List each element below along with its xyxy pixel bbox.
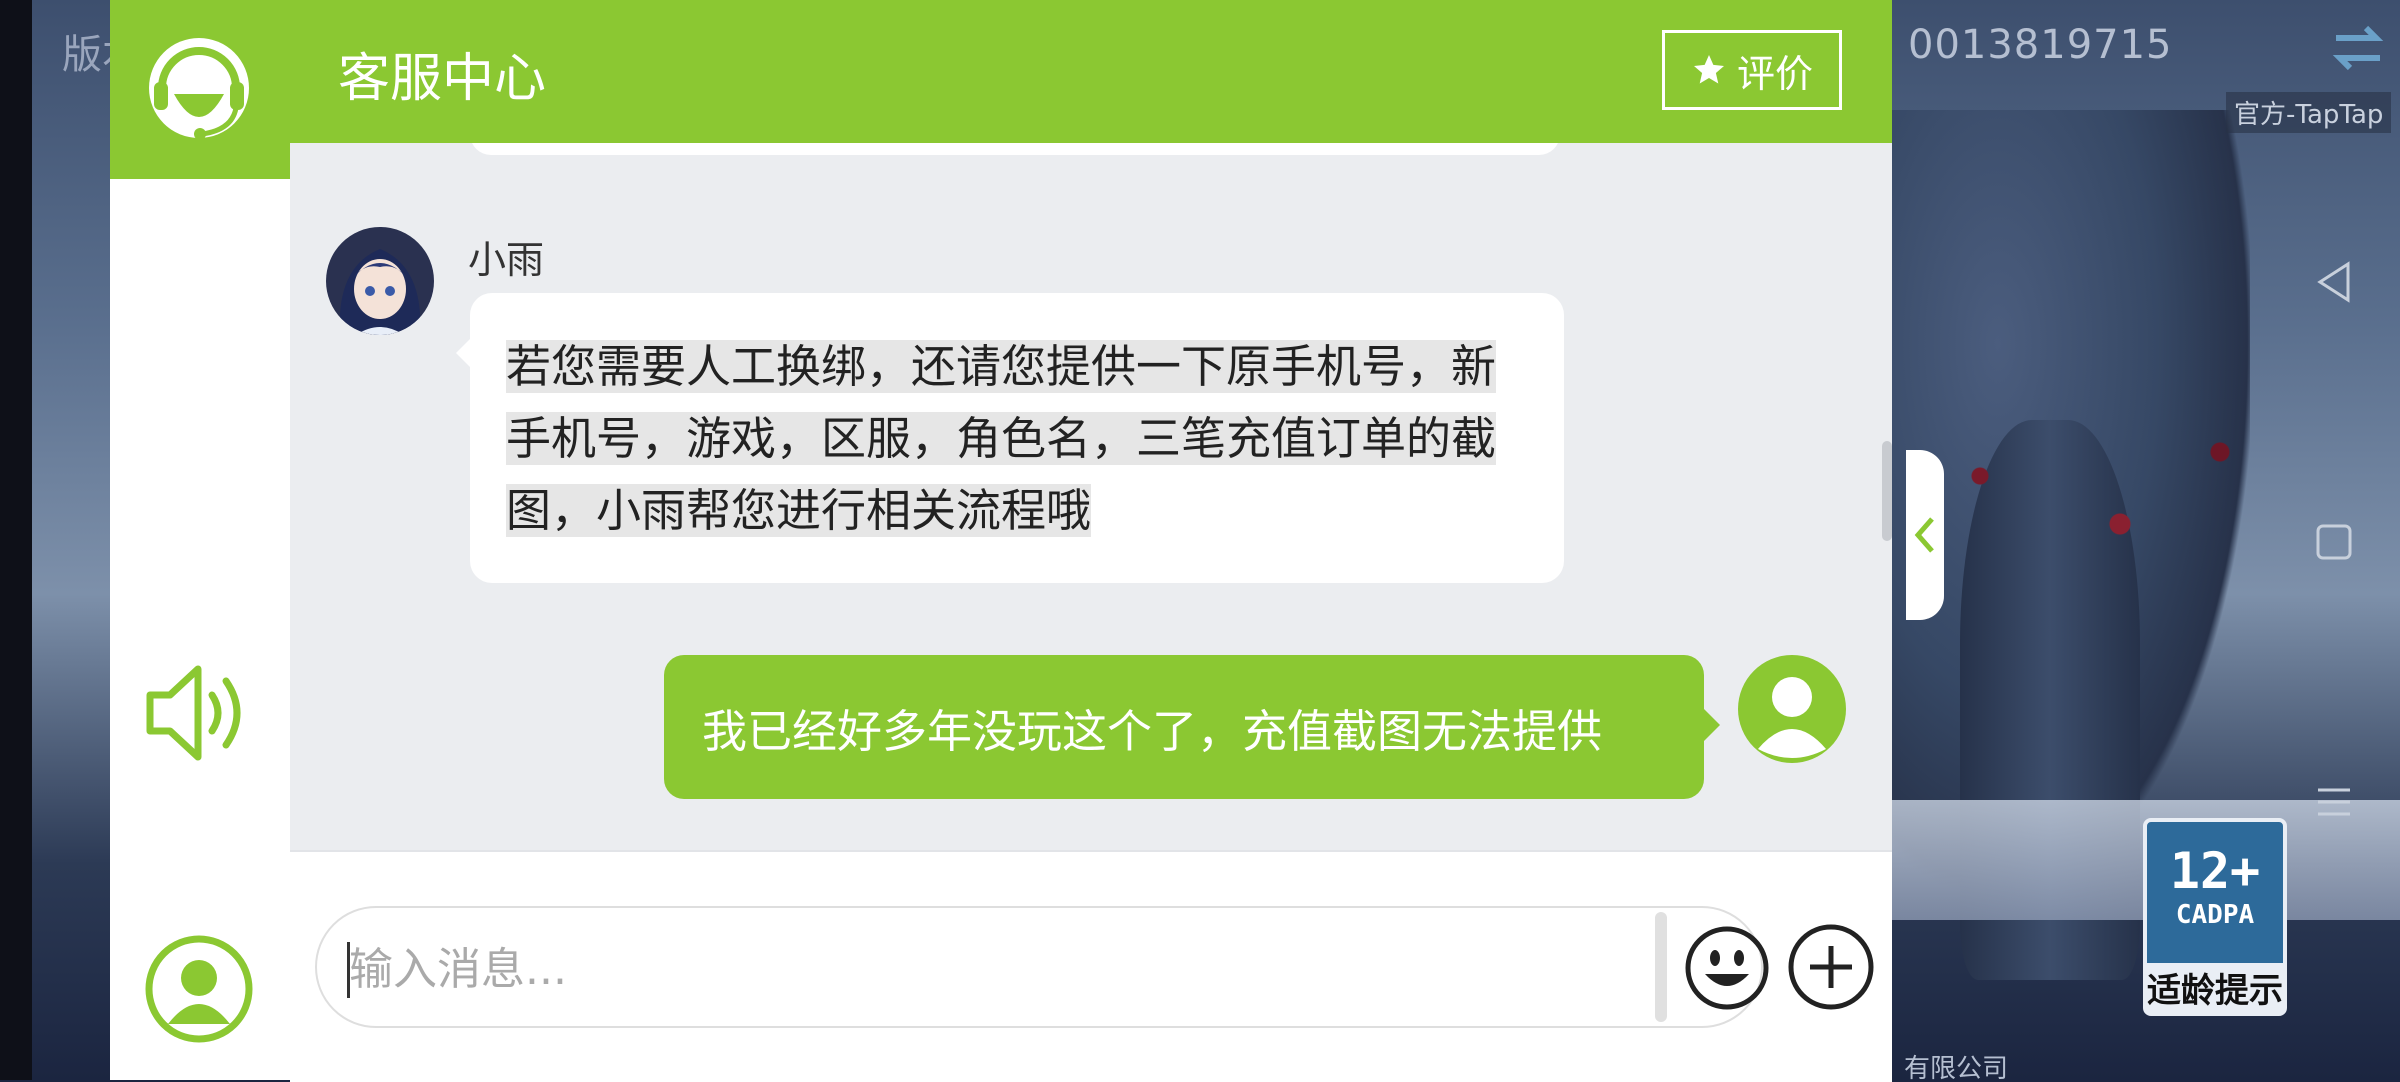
collapse-tab[interactable] xyxy=(1906,450,1944,620)
agent-message-text: 若您需要人工换绑，还请您提供一下原手机号，新手机号，游戏，区服，角色名，三笔充值… xyxy=(506,340,1497,537)
left-edge xyxy=(0,0,32,1080)
headset-logo-icon xyxy=(149,38,249,140)
chat-area[interactable]: 小雨 若您需要人工换绑，还请您提供一下原手机号，新手机号，游戏，区服，角色名，三… xyxy=(290,143,1892,850)
page-title: 客服中心 xyxy=(338,49,547,109)
plus-icon[interactable] xyxy=(1786,922,1876,1012)
user-profile-icon[interactable] xyxy=(144,934,254,1044)
emoji-icon[interactable] xyxy=(1683,924,1771,1012)
header: 客服中心 评价 xyxy=(110,0,1892,143)
speaker-icon[interactable] xyxy=(142,657,254,769)
star-icon xyxy=(1693,55,1724,84)
age-number: 12+ xyxy=(2169,842,2261,900)
background-phone-number: 0013819715 xyxy=(1908,22,2173,68)
customer-service-panel: 客服中心 评价 小雨 若您需要人工换绑，还请您提供一下原手机号，新手机号，游戏，… xyxy=(110,0,1892,1082)
nav-home-icon[interactable] xyxy=(2308,516,2360,568)
header-extension xyxy=(110,143,290,179)
input-divider xyxy=(1655,912,1667,1022)
user-icon xyxy=(1738,655,1846,763)
company-text: 有限公司 xyxy=(1904,1054,2009,1080)
previous-message-bubble xyxy=(470,143,1560,155)
agent-name: 小雨 xyxy=(468,238,545,282)
age-rating-badge: 12+ CADPA 适龄提示 xyxy=(2143,818,2287,1016)
agent-avatar xyxy=(326,227,434,335)
text-caret xyxy=(347,942,350,998)
input-area xyxy=(290,850,1892,1082)
scrollbar[interactable] xyxy=(1882,441,1892,541)
rate-button[interactable]: 评价 xyxy=(1662,30,1842,110)
rate-label: 评价 xyxy=(1736,51,1813,96)
message-input[interactable] xyxy=(347,930,1651,1008)
age-org: CADPA xyxy=(2175,900,2255,930)
user-message-text: 我已经好多年没玩这个了，充值截图无法提供 xyxy=(702,704,1603,758)
red-leaves xyxy=(1900,380,2300,620)
switch-icon[interactable] xyxy=(2330,20,2386,76)
chevron-left-icon xyxy=(1914,517,1934,553)
store-label: 官方-TapTap xyxy=(2226,92,2392,133)
age-tip: 适龄提示 xyxy=(2147,963,2283,1012)
nav-menu-icon[interactable] xyxy=(2308,776,2360,828)
agent-message-bubble[interactable]: 若您需要人工换绑，还请您提供一下原手机号，新手机号，游戏，区服，角色名，三笔充值… xyxy=(456,293,1564,583)
user-message-bubble[interactable]: 我已经好多年没玩这个了，充值截图无法提供 xyxy=(664,655,1720,799)
message-input-box[interactable] xyxy=(315,906,1769,1028)
nav-back-icon[interactable] xyxy=(2308,256,2360,308)
